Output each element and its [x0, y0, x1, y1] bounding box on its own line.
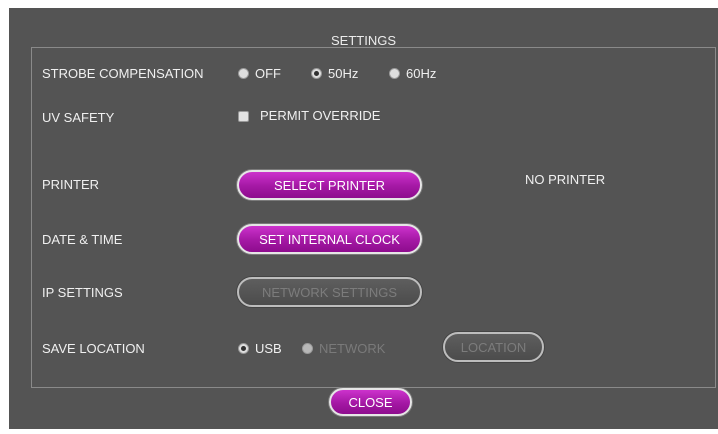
uv-safety-label: UV SAFETY	[42, 110, 115, 125]
select-printer-button[interactable]: SELECT PRINTER	[237, 170, 422, 200]
save-usb-radio[interactable]: USB	[238, 341, 282, 356]
close-button[interactable]: CLOSE	[329, 388, 412, 416]
permit-override-checkbox[interactable]	[238, 111, 249, 122]
date-time-label: DATE & TIME	[42, 232, 123, 247]
settings-dialog: SETTINGS STROBE COMPENSATION OFF 50Hz 60…	[9, 8, 718, 429]
printer-status: NO PRINTER	[525, 172, 606, 187]
save-location-label: SAVE LOCATION	[42, 341, 145, 356]
save-network-radio[interactable]: NETWORK	[302, 341, 385, 356]
permit-override-label[interactable]: PERMIT OVERRIDE	[260, 108, 380, 123]
save-usb-label: USB	[255, 341, 282, 356]
radio-circle-selected	[238, 343, 249, 354]
save-network-label: NETWORK	[319, 341, 386, 356]
settings-frame	[31, 47, 716, 388]
location-button[interactable]: LOCATION	[443, 332, 544, 362]
radio-circle-selected	[311, 68, 322, 79]
strobe-50hz-label: 50Hz	[328, 66, 359, 81]
radio-circle	[389, 68, 400, 79]
strobe-off-label: OFF	[255, 66, 281, 81]
dialog-title: SETTINGS	[330, 33, 396, 48]
ip-settings-label: IP SETTINGS	[42, 285, 123, 300]
strobe-50hz-radio[interactable]: 50Hz	[311, 66, 358, 81]
network-settings-button[interactable]: NETWORK SETTINGS	[237, 277, 422, 307]
radio-circle	[238, 68, 249, 79]
set-internal-clock-button[interactable]: SET INTERNAL CLOCK	[237, 224, 422, 254]
printer-label: PRINTER	[42, 177, 100, 192]
radio-circle-disabled	[302, 343, 313, 354]
strobe-compensation-label: STROBE COMPENSATION	[42, 66, 204, 81]
strobe-off-radio[interactable]: OFF	[238, 66, 281, 81]
strobe-60hz-radio[interactable]: 60Hz	[389, 66, 436, 81]
strobe-60hz-label: 60Hz	[406, 66, 437, 81]
